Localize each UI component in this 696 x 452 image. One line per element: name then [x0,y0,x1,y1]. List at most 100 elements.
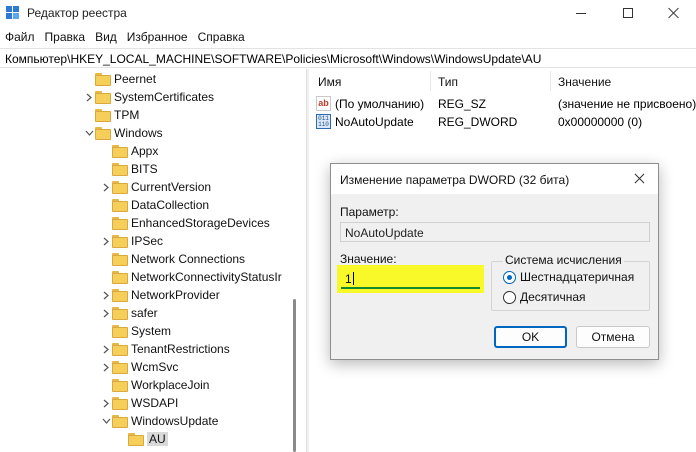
tree-item[interactable]: BITS [100,160,158,178]
column-type-header[interactable]: Тип [438,75,458,89]
value-name: (По умолчанию) [335,97,425,111]
window-title: Редактор реестра [27,6,127,20]
registry-tree: Peernet SystemCertificates TPM Windows Appx B… [0,69,306,452]
tree-item[interactable]: WcmSvc [100,358,178,376]
folder-icon [112,306,128,320]
value-data: 0x00000000 (0) [558,115,643,129]
tree-item[interactable]: AU [116,430,168,448]
folder-icon [112,234,128,248]
tree-item[interactable]: System [100,322,171,340]
list-item[interactable]: ab (По умолчанию) REG_SZ (значение не пр… [310,95,696,113]
list-item[interactable]: 011 110 NoAutoUpdate REG_DWORD 0x00000000… [310,113,696,131]
column-separator[interactable] [550,71,551,91]
cancel-button[interactable]: Отмена [576,326,650,348]
menu-favorites[interactable]: Избранное [122,30,193,44]
tree-item[interactable]: TPM [83,106,139,124]
tree-item[interactable]: safer [100,304,158,322]
column-separator[interactable] [430,71,431,91]
tree-item[interactable]: WindowsUpdate [100,412,218,430]
tree-item-label: TPM [114,108,140,122]
radio-unselected-icon[interactable] [503,290,516,304]
chevron-right-icon[interactable] [100,232,112,250]
value-label: Значение: [340,252,397,266]
radio-selected-icon[interactable] [503,270,516,284]
chevron-down-icon[interactable] [100,412,112,430]
tree-item[interactable]: NetworkConnectivityStatusIr [100,268,282,286]
radix-decimal-option[interactable]: Десятичная [503,289,586,305]
radix-groupbox-title: Система исчисления [503,253,624,267]
tree-item[interactable]: WSDAPI [100,394,178,412]
folder-icon [95,90,111,104]
folder-icon [112,162,128,176]
tree-item[interactable]: SystemCertificates [83,88,214,106]
tree-item[interactable]: WorkplaceJoin [100,376,209,394]
close-icon [668,7,680,19]
chevron-right-icon[interactable] [100,340,112,358]
scrollbar-thumb[interactable] [293,299,296,452]
value-input[interactable]: 1 [341,269,480,289]
tree-item-label: Appx [131,144,159,158]
tree-item[interactable]: IPSec [100,232,163,250]
address-bar[interactable]: Компьютер\HKEY_LOCAL_MACHINE\SOFTWARE\Po… [0,48,696,68]
chevron-down-icon[interactable] [83,124,95,142]
tree-item-label: Windows [114,126,163,140]
close-button[interactable] [651,0,696,26]
menu-bar: Файл Правка Вид Избранное Справка [0,26,696,48]
maximize-button[interactable] [605,0,651,26]
tree-item[interactable]: NetworkProvider [100,286,220,304]
tree-item[interactable]: Peernet [83,70,156,88]
tree-scrollbar[interactable] [281,69,306,452]
folder-icon [112,360,128,374]
tree-item[interactable]: DataCollection [100,196,209,214]
chevron-right-icon[interactable] [100,304,112,322]
tree-item[interactable]: CurrentVersion [100,178,211,196]
chevron-right-icon[interactable] [100,358,112,376]
dialog-title-bar: Изменение параметра DWORD (32 бита) [331,164,658,194]
pane-splitter[interactable] [306,69,309,452]
value-type: REG_SZ [438,97,487,111]
string-value-icon: ab [316,96,331,111]
chevron-right-icon[interactable] [100,394,112,412]
column-value-header[interactable]: Значение [558,75,611,89]
title-bar: Редактор реестра [0,0,696,26]
value-name: NoAutoUpdate [335,115,414,129]
text-caret [352,272,354,285]
dialog-close-icon[interactable] [630,170,650,188]
tree-item[interactable]: TenantRestrictions [100,340,230,358]
radix-hex-option[interactable]: Шестнадцатеричная [503,269,634,285]
folder-icon [112,270,128,284]
ok-button[interactable]: OK [494,326,567,348]
parameter-name-field: NoAutoUpdate [340,222,650,242]
minimize-button[interactable] [558,0,604,26]
radix-hex-label: Шестнадцатеричная [520,270,635,284]
radix-decimal-label: Десятичная [520,290,586,304]
tree-item[interactable]: EnhancedStorageDevices [100,214,270,232]
folder-icon [112,144,128,158]
tree-item-label: Peernet [114,72,157,86]
tree-item[interactable]: Network Connections [100,250,245,268]
menu-view[interactable]: Вид [90,30,122,44]
folder-icon [112,216,128,230]
menu-file[interactable]: Файл [0,30,40,44]
chevron-right-icon[interactable] [100,178,112,196]
tree-item-label: DataCollection [131,198,210,212]
chevron-right-icon[interactable] [100,286,112,304]
list-header: Имя Тип Значение [310,69,696,93]
chevron-right-icon[interactable] [83,88,95,106]
tree-item[interactable]: Windows [83,124,163,142]
folder-icon [95,72,111,86]
folder-icon [95,108,111,122]
folder-icon [112,324,128,338]
tree-item[interactable]: Appx [100,142,158,160]
column-name-header[interactable]: Имя [318,75,341,89]
folder-icon [112,378,128,392]
folder-icon [112,288,128,302]
menu-help[interactable]: Справка [193,30,250,44]
menu-edit[interactable]: Правка [40,30,91,44]
